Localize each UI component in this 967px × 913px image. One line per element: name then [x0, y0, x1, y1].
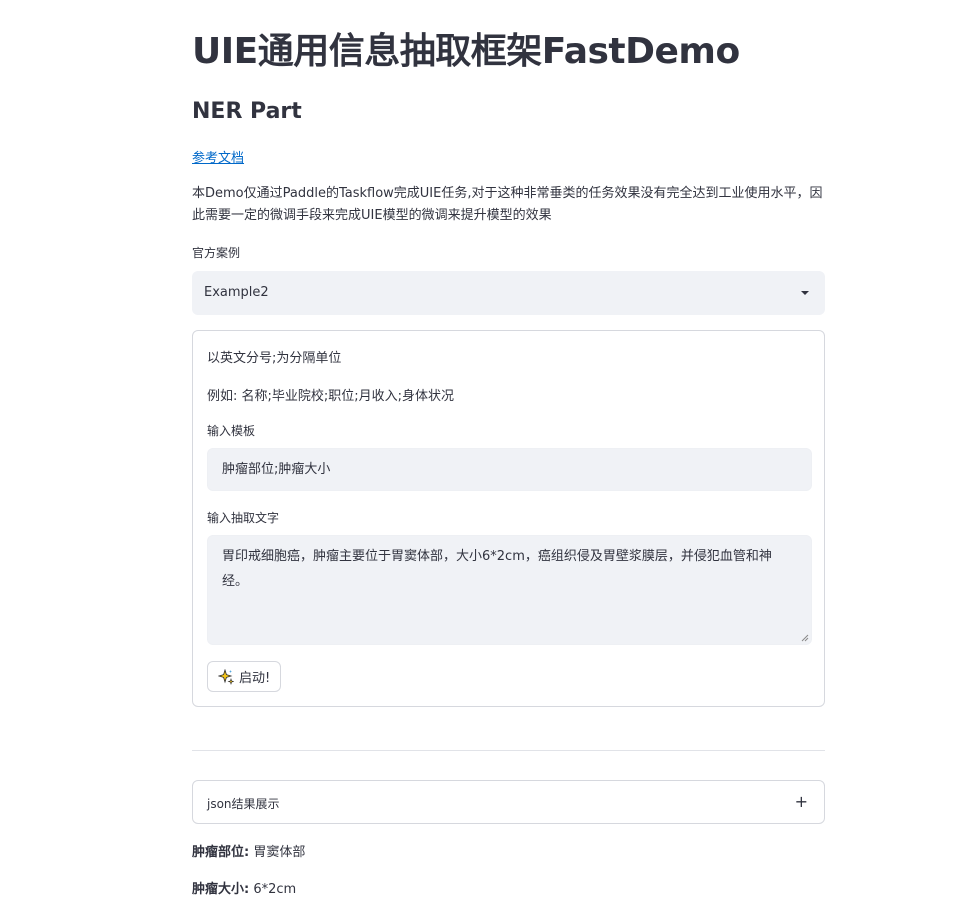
plus-icon: + — [794, 792, 808, 811]
extraction-form: 以英文分号;为分隔单位 例如: 名称;毕业院校;职位;月收入;身体状况 输入模板… — [192, 330, 825, 707]
start-button[interactable]: 启动! — [207, 661, 282, 692]
sparkle-icon — [218, 668, 234, 685]
description-text: 本Demo仅通过Paddle的Taskflow完成UIE任务,对于这种非常垂类的… — [192, 186, 823, 223]
case-select-value: Example2 — [204, 285, 269, 300]
result-key: 肿瘤大小: — [192, 882, 250, 897]
text-label: 输入抽取文字 — [207, 511, 280, 525]
result-item: 肿瘤部位: 胃窦体部 — [192, 841, 305, 860]
result-key: 肿瘤部位: — [192, 845, 250, 860]
page-title: UIE通用信息抽取框架FastDemo — [192, 31, 740, 72]
extraction-textarea[interactable]: 胃印戒细胞癌，肿瘤主要位于胃窦体部，大小6*2cm，癌组织侵及胃壁浆膜层，并侵犯… — [207, 535, 812, 645]
result-value: 6*2cm — [253, 882, 297, 897]
template-label: 输入模板 — [207, 424, 256, 438]
section-subtitle: NER Part — [192, 99, 302, 124]
divider — [192, 750, 825, 751]
chevron-down-icon — [801, 291, 809, 295]
result-item: 肿瘤大小: 6*2cm — [192, 878, 296, 897]
resize-handle-icon[interactable] — [801, 634, 809, 642]
extraction-text-value: 胃印戒细胞癌，肿瘤主要位于胃窦体部，大小6*2cm，癌组织侵及胃壁浆膜层，并侵犯… — [222, 549, 772, 589]
case-select-label: 官方案例 — [192, 246, 241, 260]
case-select[interactable]: Example2 — [192, 271, 825, 315]
expander-label: json结果展示 — [207, 797, 280, 811]
start-button-label: 启动! — [239, 671, 271, 686]
result-value: 胃窦体部 — [253, 845, 306, 860]
template-input[interactable]: 肿瘤部位;肿瘤大小 — [207, 448, 812, 491]
reference-docs-link[interactable]: 参考文档 — [192, 147, 244, 166]
separator-hint: 以英文分号;为分隔单位 — [207, 351, 342, 366]
json-result-expander[interactable]: json结果展示 + — [192, 780, 825, 824]
example-hint: 例如: 名称;毕业院校;职位;月收入;身体状况 — [207, 389, 455, 404]
